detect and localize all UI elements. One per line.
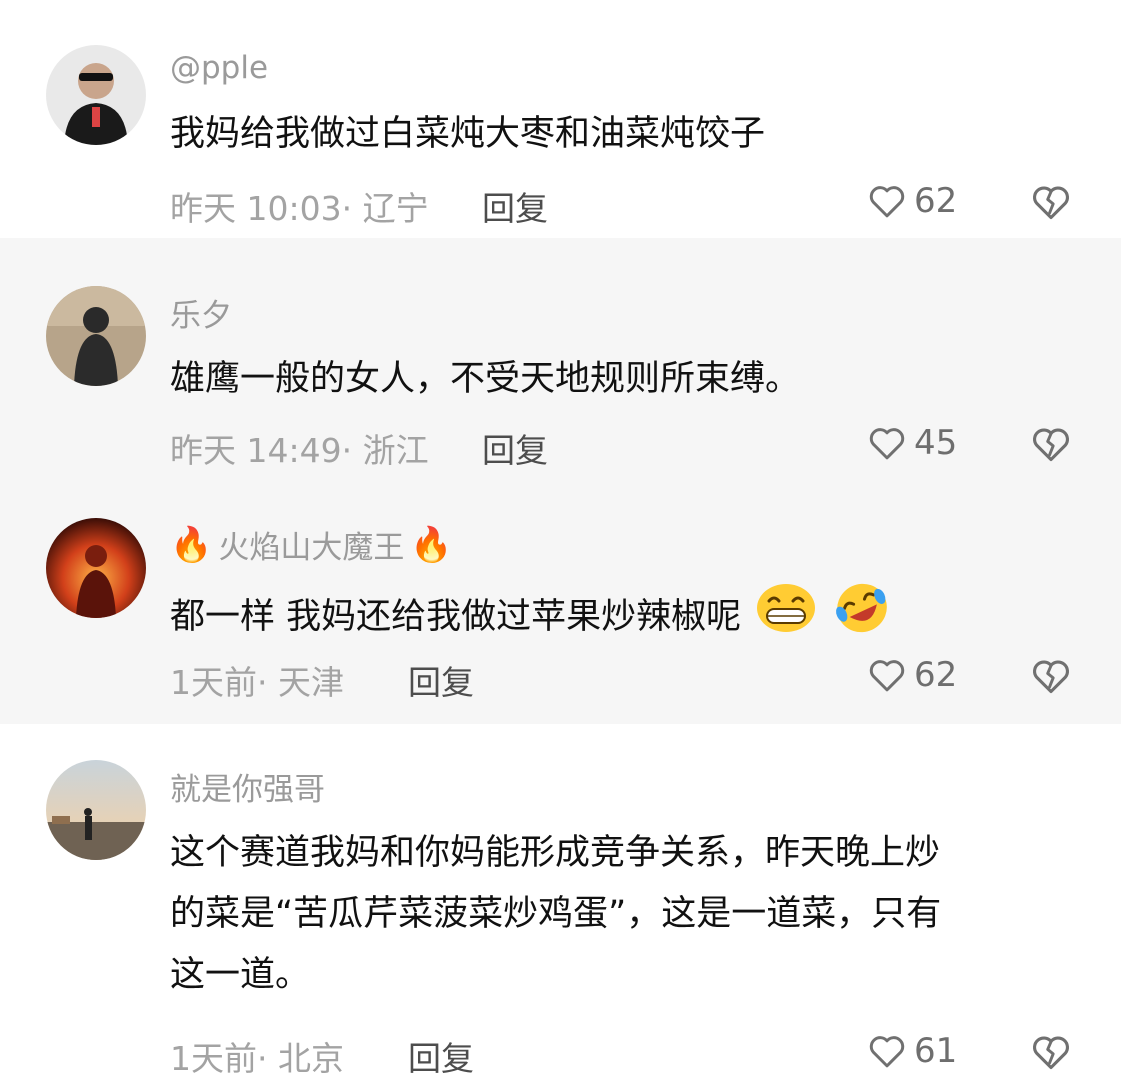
like-count: 62	[914, 655, 958, 695]
avatar-image	[46, 286, 146, 386]
comment-location: · 北京	[257, 1039, 344, 1078]
reply-button[interactable]: 回复	[482, 424, 548, 472]
heart-outline-icon	[869, 660, 905, 692]
fire-emoji-icon: 🔥	[410, 524, 453, 565]
comment-time: 1天前	[170, 1039, 257, 1078]
grinning-emoji-icon	[755, 583, 817, 653]
broken-heart-icon	[1033, 660, 1069, 694]
username[interactable]: 就是你强哥	[170, 764, 325, 809]
dislike-button[interactable]	[1028, 1030, 1074, 1074]
heart-outline-icon	[869, 186, 905, 218]
comment-meta: 1天前· 北京	[170, 1032, 344, 1080]
avatar-image	[46, 760, 146, 860]
avatar[interactable]	[46, 286, 146, 386]
broken-heart-icon	[1033, 428, 1069, 462]
reply-button[interactable]: 回复	[408, 656, 474, 704]
like-button[interactable]: 45	[866, 422, 957, 464]
comment-text-line: 的菜是“苦瓜芹菜菠菜炒鸡蛋”，这是一道菜，只有	[170, 894, 942, 934]
reply-button[interactable]: 回复	[408, 1032, 474, 1080]
comment-text: 雄鹰一般的女人，不受天地规则所束缚。	[170, 359, 801, 399]
comment-item: 🔥 火焰山大魔王 🔥 都一样 我妈还给我做过苹果炒辣椒呢 1天前· 天津 回复 …	[0, 496, 1121, 724]
like-count: 45	[914, 423, 958, 463]
comment-text: 都一样 我妈还给我做过苹果炒辣椒呢	[170, 581, 1071, 655]
comment-time: 1天前	[170, 663, 257, 702]
username[interactable]: 🔥 火焰山大魔王 🔥	[170, 522, 453, 567]
comment-time: 昨天 14:49	[170, 431, 342, 470]
comment-location: · 辽宁	[341, 189, 429, 228]
comment-text: 我妈给我做过白菜炖大枣和油菜炖饺子	[170, 114, 766, 154]
avatar-image	[46, 518, 146, 618]
username-label: 火焰山大魔王	[218, 530, 405, 566]
like-button[interactable]: 62	[866, 180, 957, 222]
avatar[interactable]	[46, 518, 146, 618]
rolling-laughing-emoji-icon	[831, 581, 893, 655]
comment-item: 就是你强哥 这个赛道我妈和你妈能形成竞争关系，昨天晚上炒 的菜是“苦瓜芹菜菠菜炒…	[0, 724, 1121, 1080]
avatar-image	[46, 45, 146, 145]
comment-item: @pple 我妈给我做过白菜炖大枣和油菜炖饺子 昨天 10:03· 辽宁 回复 …	[0, 0, 1121, 238]
heart-outline-icon	[869, 428, 905, 460]
comment-text: 这个赛道我妈和你妈能形成竞争关系，昨天晚上炒 的菜是“苦瓜芹菜菠菜炒鸡蛋”，这是…	[170, 823, 1071, 1006]
dislike-button[interactable]	[1028, 422, 1074, 466]
broken-heart-icon	[1033, 186, 1069, 220]
comment-location: · 浙江	[341, 431, 429, 470]
username[interactable]: @pple	[170, 50, 268, 86]
broken-heart-icon	[1033, 1036, 1069, 1070]
username[interactable]: 乐夕	[170, 290, 232, 335]
reply-button[interactable]: 回复	[482, 182, 548, 230]
dislike-button[interactable]	[1028, 180, 1074, 224]
avatar[interactable]	[46, 45, 146, 145]
comment-time: 昨天 10:03	[170, 189, 342, 228]
avatar[interactable]	[46, 760, 146, 860]
comment-meta: 1天前· 天津	[170, 656, 344, 704]
comment-meta: 昨天 14:49· 浙江	[170, 424, 429, 472]
comment-location: · 天津	[257, 663, 344, 702]
fire-emoji-icon: 🔥	[170, 524, 213, 565]
heart-outline-icon	[869, 1036, 905, 1068]
comment-item: 乐夕 雄鹰一般的女人，不受天地规则所束缚。 昨天 14:49· 浙江 回复 45	[0, 238, 1121, 496]
like-button[interactable]: 61	[866, 1030, 957, 1072]
like-count: 61	[914, 1031, 958, 1071]
comment-meta: 昨天 10:03· 辽宁	[170, 182, 429, 230]
comment-text-line: 这一道。	[170, 955, 311, 995]
comment-text-line: 这个赛道我妈和你妈能形成竞争关系，昨天晚上炒	[170, 833, 941, 873]
dislike-button[interactable]	[1028, 654, 1074, 698]
like-count: 62	[914, 181, 958, 221]
comment-text-content: 都一样 我妈还给我做过苹果炒辣椒呢	[170, 597, 742, 637]
like-button[interactable]: 62	[866, 654, 957, 696]
